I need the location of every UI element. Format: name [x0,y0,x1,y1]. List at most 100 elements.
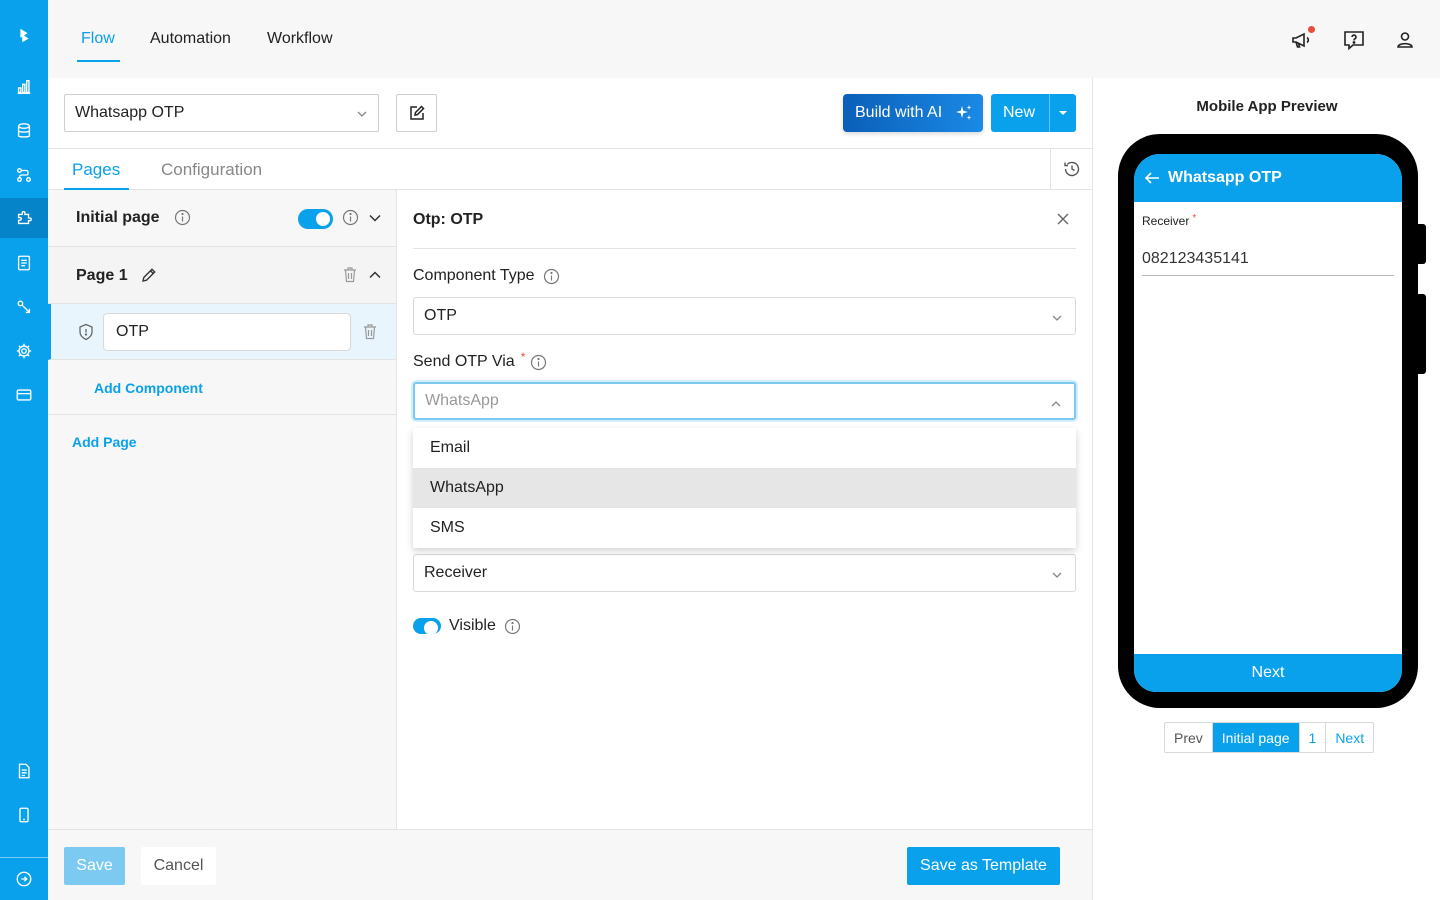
initial-page-label: Initial page [76,209,160,226]
sparkle-icon [956,105,972,120]
info-icon[interactable] [504,618,521,635]
info-icon[interactable] [342,209,359,226]
phone-frame: Whatsapp OTP Receiver * 082123435141 Next [1118,134,1418,708]
card-icon[interactable] [0,375,48,415]
page-1-label: Page 1 [76,267,128,284]
component-row[interactable]: OTP [48,304,396,360]
flow-icon[interactable] [0,155,48,195]
chevron-down-icon[interactable] [368,211,382,225]
phone-side-button [1418,224,1426,264]
required-marker: * [1192,213,1197,224]
divider [413,248,1076,249]
pager-prev[interactable]: Prev [1165,723,1213,752]
option-sms[interactable]: SMS [413,508,1076,548]
edit-flow-button[interactable] [396,94,437,132]
tab-pages[interactable]: Pages [72,160,120,180]
new-button-label: New [1003,104,1036,121]
add-page-link[interactable]: Add Page [72,434,137,450]
component-properties: Otp: OTP Component Type OTP Send OTP Via… [397,190,1092,829]
nav-active-underline [77,60,120,62]
notification-dot [1308,26,1315,33]
pager-page-1[interactable]: 1 [1300,723,1327,752]
chevron-down-icon [1052,572,1062,578]
send-via-label: Send OTP Via [413,353,515,370]
chart-icon[interactable] [0,67,48,107]
history-icon [1063,161,1079,177]
visible-toggle[interactable] [413,618,441,635]
info-icon[interactable] [530,354,547,371]
component-type-label: Component Type [413,267,535,284]
editor-footer: Save Cancel Save as Template [48,829,1092,900]
trash-icon[interactable] [362,323,378,340]
phone-screen: Whatsapp OTP Receiver * 082123435141 Next [1134,154,1402,692]
edit-icon [409,105,425,120]
add-component-link[interactable]: Add Component [94,380,203,396]
component-type-select[interactable]: OTP [413,297,1076,335]
close-icon[interactable] [1056,212,1070,226]
properties-title: Otp: OTP [413,211,484,228]
arrow-left-icon[interactable] [1144,171,1160,185]
screen-next-button[interactable]: Next [1134,654,1402,692]
initial-page-toggle[interactable] [298,209,333,229]
option-email[interactable]: Email [413,428,1076,468]
mobile-icon[interactable] [0,795,48,835]
component-type-field-label: Component Type [413,267,560,285]
mobile-preview-panel: Mobile App Preview Whatsapp OTP Receiver… [1092,78,1440,900]
history-button[interactable] [1050,149,1092,189]
logo-icon[interactable] [0,15,48,55]
chevron-down-icon [357,111,367,117]
user-icon[interactable] [1393,28,1417,52]
help-icon[interactable] [1342,28,1366,52]
receiver-value[interactable]: 082123435141 [1142,250,1249,268]
screen-header: Whatsapp OTP [1134,154,1402,202]
logout-icon[interactable] [0,859,48,899]
receiver-select-value: Receiver [424,564,488,581]
gear-icon[interactable] [0,331,48,371]
send-via-select[interactable]: WhatsApp [413,382,1076,420]
visible-label: Visible [449,617,496,634]
nav-tab-workflow[interactable]: Workflow [267,30,333,48]
component-name-input[interactable]: OTP [103,313,351,351]
flow-select-value: Whatsapp OTP [75,104,185,121]
cancel-button[interactable]: Cancel [141,847,216,885]
build-with-ai-label: Build with AI [855,104,943,121]
document-icon[interactable] [0,243,48,283]
info-icon[interactable] [174,209,191,226]
file-icon[interactable] [0,751,48,791]
puzzle-icon[interactable] [0,198,48,238]
pager-next[interactable]: Next [1326,723,1373,752]
initial-page-row[interactable]: Initial page [48,190,396,247]
receiver-label: Receiver [1142,214,1190,228]
tab-configuration[interactable]: Configuration [161,160,262,180]
chevron-up-icon[interactable] [368,268,382,282]
divider [48,414,396,415]
build-with-ai-button[interactable]: Build with AI [843,94,983,132]
flow-select[interactable]: Whatsapp OTP [64,94,379,132]
database-icon[interactable] [0,111,48,151]
sidebar [0,0,48,900]
phone-side-button [1418,294,1426,374]
preview-pager: Prev Initial page 1 Next [1164,722,1375,753]
new-button[interactable]: New [991,94,1076,132]
caret-down-icon[interactable] [1059,111,1067,115]
receiver-select[interactable]: Receiver [413,554,1076,592]
save-button[interactable]: Save [64,847,125,885]
chevron-up-icon [1051,401,1061,407]
send-via-dropdown: Email WhatsApp SMS [413,428,1076,548]
tag-icon[interactable] [0,287,48,327]
send-via-placeholder: WhatsApp [425,392,499,409]
input-underline [1142,275,1394,276]
shield-icon [79,323,93,341]
save-as-template-button[interactable]: Save as Template [907,847,1060,885]
pager-initial-page[interactable]: Initial page [1212,723,1300,752]
sidebar-divider [0,857,48,858]
pencil-icon[interactable] [140,266,158,284]
nav-tab-automation[interactable]: Automation [150,30,231,48]
option-whatsapp[interactable]: WhatsApp [413,468,1076,508]
nav-tab-flow[interactable]: Flow [81,30,115,48]
page-1-row[interactable]: Page 1 [48,247,396,304]
info-icon[interactable] [543,268,560,285]
trash-icon[interactable] [342,266,358,283]
component-name-value: OTP [116,323,149,340]
receiver-field-label: Receiver * [1142,213,1197,228]
